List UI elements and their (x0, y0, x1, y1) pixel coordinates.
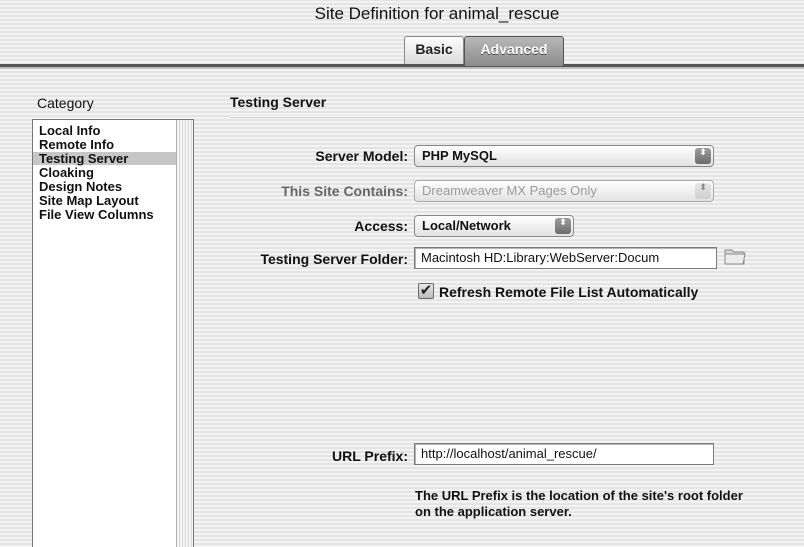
category-item-local-info[interactable]: Local Info (33, 124, 176, 137)
server-model-select[interactable]: PHP MySQL ⬍ (414, 145, 714, 167)
url-prefix-help: The URL Prefix is the location of the si… (415, 488, 743, 519)
refresh-checkbox-label[interactable]: Refresh Remote File List Automatically (439, 284, 698, 300)
section-title: Testing Server (230, 94, 327, 110)
category-item-design-notes[interactable]: Design Notes (33, 180, 176, 193)
popup-arrows-icon: ⬍ (695, 148, 711, 164)
server-model-label: Server Model: (315, 148, 408, 164)
access-value: Local/Network (422, 218, 511, 233)
section-divider (230, 116, 804, 118)
category-scrollbar[interactable] (176, 120, 193, 547)
category-item-remote-info[interactable]: Remote Info (33, 138, 176, 151)
site-contains-select[interactable]: Dreamweaver MX Pages Only ⬍ (414, 180, 714, 202)
site-contains-value: Dreamweaver MX Pages Only (422, 183, 597, 198)
category-item-site-map-layout[interactable]: Site Map Layout (33, 194, 176, 207)
window-title: Site Definition for animal_rescue (314, 4, 560, 23)
server-folder-input[interactable]: Macintosh HD:Library:WebServer:Docum (414, 247, 717, 269)
category-list: Local Info Remote Info Testing Server Cl… (32, 119, 194, 547)
access-label: Access: (354, 218, 408, 234)
category-item-cloaking[interactable]: Cloaking (33, 166, 176, 179)
category-heading: Category (37, 95, 94, 111)
site-contains-label: This Site Contains: (281, 183, 408, 199)
refresh-checkbox[interactable]: ✔ (418, 283, 434, 299)
category-item-testing-server[interactable]: Testing Server (33, 152, 176, 165)
popup-arrows-icon: ⬍ (695, 183, 711, 199)
tab-divider-shadow (0, 67, 804, 69)
tab-bar: Basic Advanced (0, 34, 804, 72)
tab-advanced[interactable]: Advanced (464, 36, 564, 66)
server-model-value: PHP MySQL (422, 148, 497, 163)
tab-basic[interactable]: Basic (404, 36, 464, 64)
url-prefix-input[interactable]: http://localhost/animal_rescue/ (414, 443, 714, 465)
popup-arrows-icon: ⬍ (555, 218, 571, 234)
category-item-file-view-columns[interactable]: File View Columns (33, 208, 176, 221)
url-prefix-label: URL Prefix: (332, 448, 408, 464)
server-folder-label: Testing Server Folder: (260, 251, 408, 267)
folder-icon[interactable] (723, 246, 747, 266)
access-select[interactable]: Local/Network ⬍ (414, 215, 574, 237)
